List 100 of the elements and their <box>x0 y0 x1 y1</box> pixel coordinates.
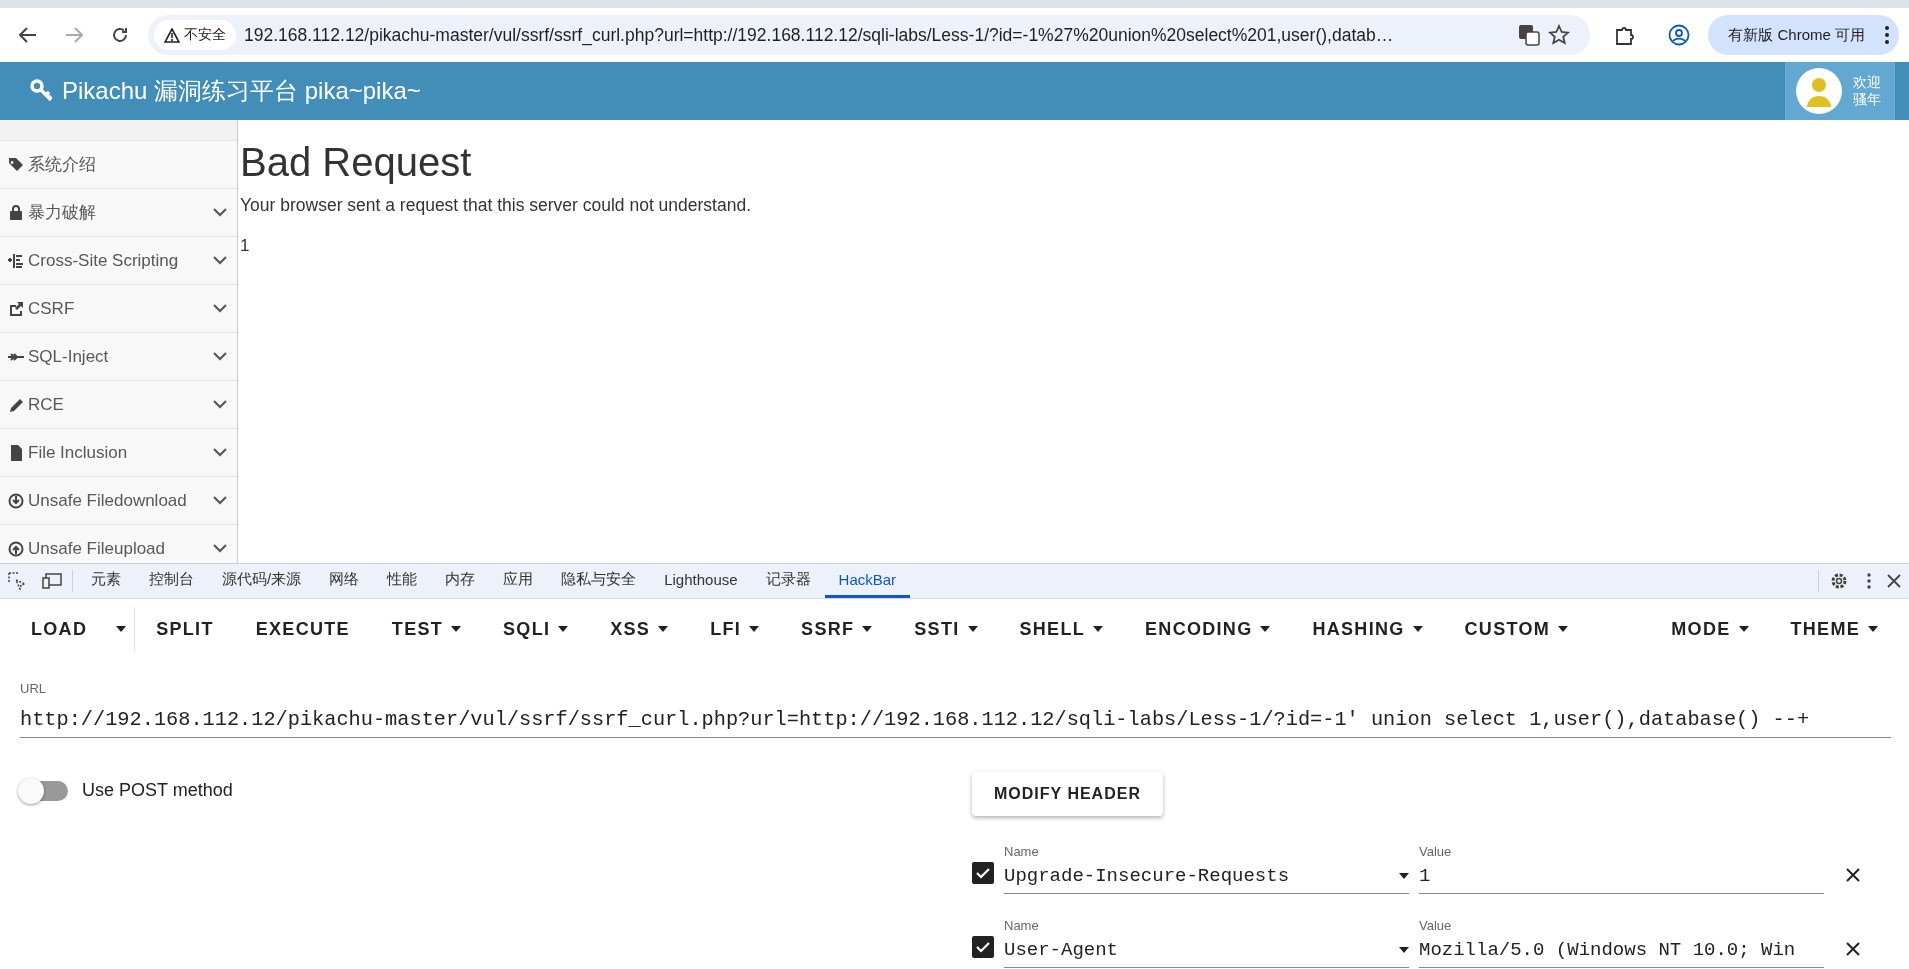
header-value-field[interactable]: Mozilla/5.0 (Windows NT 10.0; Win <box>1419 933 1824 968</box>
menu-button[interactable]: HASHING <box>1291 610 1444 648</box>
caret-icon <box>1738 626 1749 632</box>
menu-button[interactable]: TEST <box>370 610 483 648</box>
forward-arrow-icon <box>65 27 83 43</box>
download-icon <box>8 491 24 510</box>
reload-icon <box>111 26 129 44</box>
error-message: Your browser sent a request that this server could not understand. <box>240 195 752 216</box>
url-label: URL <box>20 681 47 696</box>
caret-icon <box>1399 873 1409 879</box>
menu-button[interactable]: LFI <box>689 610 781 648</box>
caret-icon <box>1093 626 1104 632</box>
chevron-icon <box>213 544 227 553</box>
header-checkbox[interactable] <box>972 936 994 958</box>
address-bar[interactable]: 不安全 192.168.112.12/pikachu-master/vul/ssrf/ssrf_curl.php?url=http://192.168.112.12/sqli-labs/Less-1/?id=-1%27%20union%20select%201,user(),datab… <box>148 15 1591 55</box>
toolbar-button[interactable]: SPLIT <box>135 610 235 648</box>
url-field[interactable]: http://192.168.112.12/pikachu-master/vul/ssrf/ssrf_curl.php?url=http://192.168.112.12/sqli-labs/Less-1/?id=-1' union select 1,user(),database() --+ <box>20 702 1891 738</box>
caret-icon <box>658 626 669 632</box>
remove-icon[interactable] <box>1846 868 1860 882</box>
more-icon[interactable] <box>1867 573 1871 589</box>
list-icon <box>8 251 24 270</box>
devtools-tab[interactable]: 源代码/来源 <box>208 564 316 598</box>
header-name-field[interactable]: User-Agent <box>1004 933 1409 968</box>
remove-icon[interactable] <box>1846 942 1860 956</box>
lock-icon <box>8 203 24 222</box>
chevron-icon <box>213 256 227 265</box>
update-chrome-button[interactable]: 有新版 Chrome 可用 <box>1708 15 1899 55</box>
upload-icon <box>8 539 24 558</box>
header-name-field[interactable]: Upgrade-Insecure-Requests <box>1004 859 1409 894</box>
menu-button[interactable]: CUSTOM <box>1443 610 1590 648</box>
devtools-tab[interactable]: 网络 <box>315 564 374 598</box>
chevron-icon <box>213 448 227 457</box>
back-arrow-icon <box>19 27 37 43</box>
field-label: Name <box>1004 844 1040 859</box>
menu-button[interactable]: ENCODING <box>1124 610 1292 648</box>
chevron-icon <box>213 496 227 505</box>
menu-button[interactable]: THEME <box>1769 610 1899 648</box>
sidebar-item[interactable]: RCE <box>0 380 237 428</box>
caret-icon <box>451 626 462 632</box>
site-title: Pikachu 漏洞练习平台 pika~pika~ <box>62 76 421 106</box>
menu-button[interactable]: SSRF <box>780 610 894 648</box>
caret-icon <box>1558 626 1569 632</box>
post-toggle[interactable] <box>20 780 68 801</box>
security-chip[interactable]: 不安全 <box>154 20 236 50</box>
puzzle-icon[interactable] <box>1614 24 1637 46</box>
share-icon <box>8 299 24 318</box>
avatar-icon <box>1795 67 1843 115</box>
profile-icon[interactable] <box>1668 24 1691 46</box>
sidebar-item[interactable]: Unsafe Filedownload <box>0 476 237 524</box>
caret-icon <box>862 626 873 632</box>
warning-icon <box>164 27 180 43</box>
caret-icon <box>558 626 569 632</box>
caret-icon <box>1260 626 1271 632</box>
address-text: 192.168.112.12/pikachu-master/vul/ssrf/ssrf_curl.php?url=http://192.168.112.12/sqli-labs/Less-1/?id=-1%27%20union%20select%201,user(),datab… <box>244 24 1395 46</box>
field-label: Value <box>1419 918 1453 933</box>
close-icon[interactable] <box>1887 574 1901 588</box>
sidebar-item[interactable]: 系统介绍 <box>0 140 237 188</box>
chevron-icon <box>213 208 227 217</box>
devtools-tab[interactable]: Lighthouse <box>650 564 752 598</box>
sidebar-item[interactable]: 暴力破解 <box>0 188 237 236</box>
user-name: 骚年 <box>1853 91 1881 108</box>
settings-icon[interactable] <box>1829 571 1849 591</box>
sidebar-item[interactable]: CSRF <box>0 284 237 332</box>
devtools-tab[interactable]: 记录器 <box>751 564 825 598</box>
output-text: 1 <box>240 236 251 256</box>
sidebar-item[interactable]: Unsafe Fileupload <box>0 524 237 563</box>
chevron-icon <box>213 352 227 361</box>
menu-button[interactable]: MODE <box>1650 610 1770 648</box>
field-label: Value <box>1419 844 1453 859</box>
device-icon[interactable] <box>42 573 62 589</box>
header-checkbox[interactable] <box>972 862 994 884</box>
devtools-tab[interactable]: 元素 <box>77 564 135 598</box>
menu-button[interactable]: XSS <box>589 610 690 648</box>
load-button[interactable]: LOAD <box>10 610 109 648</box>
devtools-tab[interactable]: 应用 <box>489 564 548 598</box>
caret-icon <box>116 626 127 632</box>
devtools-tab[interactable]: 内存 <box>431 564 490 598</box>
sidebar-item[interactable]: SQL-Inject <box>0 332 237 380</box>
menu-button[interactable]: SSTI <box>893 610 999 648</box>
menu-button[interactable]: SHELL <box>998 610 1125 648</box>
menu-button[interactable]: SQLI <box>482 610 590 648</box>
devtools-tab[interactable]: 控制台 <box>135 564 208 598</box>
welcome-text: 欢迎 <box>1853 74 1881 91</box>
devtools-tab[interactable]: HackBar <box>824 564 911 598</box>
caret-icon <box>1412 626 1423 632</box>
more-icon <box>1885 26 1889 44</box>
modify-header-button[interactable]: MODIFY HEADER <box>972 772 1163 816</box>
devtools-tab[interactable]: 性能 <box>373 564 432 598</box>
caret-icon <box>1868 626 1878 632</box>
chevron-icon <box>213 304 227 313</box>
star-icon[interactable] <box>1548 24 1571 46</box>
header-value-field[interactable]: 1 <box>1419 859 1824 894</box>
chevron-icon <box>213 400 227 409</box>
toolbar-button[interactable]: EXECUTE <box>234 610 371 648</box>
sidebar-item[interactable]: Cross-Site Scripting <box>0 236 237 284</box>
caret-icon <box>1399 947 1409 953</box>
sidebar-item[interactable]: File Inclusion <box>0 428 237 476</box>
file-icon <box>8 443 24 462</box>
tag-icon <box>8 155 24 174</box>
devtools-tab[interactable]: 隐私与安全 <box>547 564 651 598</box>
